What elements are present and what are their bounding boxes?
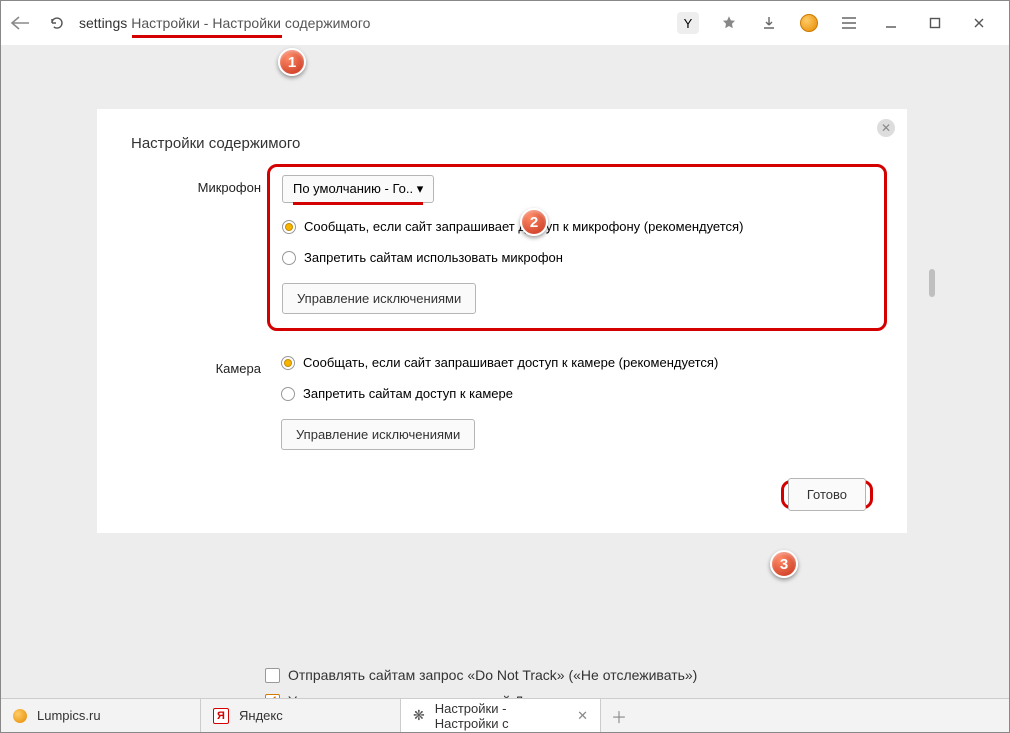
- cam-ask-option[interactable]: Сообщать, если сайт запрашивает доступ к…: [281, 355, 873, 370]
- address-title: Настройки - Настройки содержимого: [131, 15, 370, 31]
- mic-block-label: Запретить сайтам использовать микрофон: [304, 250, 563, 265]
- mic-block-option[interactable]: Запретить сайтам использовать микрофон: [282, 250, 872, 265]
- downloads-icon[interactable]: [749, 11, 789, 35]
- camera-section: Камера Сообщать, если сайт запрашивает д…: [131, 355, 873, 450]
- window-minimize-icon[interactable]: [869, 11, 913, 35]
- annotation-badge-2: 2: [520, 208, 548, 236]
- radio-checked-icon[interactable]: [281, 356, 295, 370]
- cam-block-option[interactable]: Запретить сайтам доступ к камере: [281, 386, 873, 401]
- scrollbar-thumb[interactable]: [929, 269, 935, 297]
- cam-ask-label: Сообщать, если сайт запрашивает доступ к…: [303, 355, 718, 370]
- close-icon[interactable]: ✕: [877, 119, 895, 137]
- checkbox-icon[interactable]: [265, 668, 280, 683]
- annotation-underline-dropdown: [293, 202, 423, 205]
- address-bar[interactable]: settings Настройки - Настройки содержимо…: [73, 15, 677, 31]
- annotation-underline-address: [132, 35, 282, 38]
- camera-label: Камера: [131, 355, 281, 450]
- tab-bar: Lumpics.ru Я Яндекс ❋ Настройки - Настро…: [1, 698, 1009, 732]
- tab-settings[interactable]: ❋ Настройки - Настройки с ✕: [401, 699, 601, 732]
- do-not-track-label: Отправлять сайтам запрос «Do Not Track» …: [288, 667, 697, 683]
- tab-label: Настройки - Настройки с: [435, 701, 567, 731]
- yandex-badge[interactable]: Y: [677, 12, 699, 34]
- menu-icon[interactable]: [829, 11, 869, 35]
- radio-icon[interactable]: [281, 387, 295, 401]
- browser-toolbar: settings Настройки - Настройки содержимо…: [1, 1, 1009, 45]
- chevron-down-icon: ▾: [417, 181, 424, 196]
- microphone-device-select[interactable]: По умолчанию - Го.. ▾: [282, 175, 434, 203]
- tab-label: Lumpics.ru: [37, 708, 101, 723]
- yandex-logo-icon: Я: [213, 708, 229, 724]
- back-button[interactable]: [9, 15, 49, 31]
- favicon-icon: [13, 709, 27, 723]
- do-not-track-row[interactable]: Отправлять сайтам запрос «Do Not Track» …: [265, 667, 765, 683]
- cam-exceptions-button[interactable]: Управление исключениями: [281, 419, 475, 450]
- tab-close-icon[interactable]: ✕: [577, 708, 588, 724]
- tab-yandex[interactable]: Я Яндекс: [201, 699, 401, 732]
- new-tab-button[interactable]: ＋: [601, 699, 637, 732]
- content-settings-dialog: ✕ Настройки содержимого Микрофон По умол…: [97, 109, 907, 533]
- annotation-highlight-mic: По умолчанию - Го.. ▾ Сообщать, если сай…: [267, 164, 887, 331]
- radio-icon[interactable]: [282, 251, 296, 265]
- gear-icon: ❋: [413, 707, 425, 724]
- annotation-badge-1: 1: [278, 48, 306, 76]
- address-prefix: settings: [79, 15, 127, 31]
- radio-checked-icon[interactable]: [282, 220, 296, 234]
- microphone-label: Микрофон: [131, 174, 281, 325]
- annotation-badge-3: 3: [770, 550, 798, 578]
- window-close-icon[interactable]: [957, 11, 1001, 35]
- dialog-title: Настройки содержимого: [131, 135, 873, 152]
- mic-exceptions-button[interactable]: Управление исключениями: [282, 283, 476, 314]
- annotation-highlight-done: Готово: [781, 480, 873, 509]
- extension-icon[interactable]: [789, 11, 829, 35]
- workspace: Отправлять сайтам запрос «Do Not Track» …: [1, 45, 1009, 698]
- window-maximize-icon[interactable]: [913, 11, 957, 35]
- tab-label: Яндекс: [239, 708, 283, 723]
- bookmark-star-icon[interactable]: [709, 11, 749, 35]
- mic-ask-option[interactable]: Сообщать, если сайт запрашивает доступ к…: [282, 219, 872, 234]
- tab-lumpics[interactable]: Lumpics.ru: [1, 699, 201, 732]
- cam-block-label: Запретить сайтам доступ к камере: [303, 386, 513, 401]
- dialog-footer: Готово: [131, 480, 873, 509]
- microphone-device-value: По умолчанию - Го..: [293, 181, 413, 196]
- reload-icon[interactable]: [49, 15, 73, 31]
- done-button[interactable]: Готово: [788, 478, 866, 511]
- microphone-section: Микрофон По умолчанию - Го.. ▾ Сообщать,…: [131, 174, 873, 325]
